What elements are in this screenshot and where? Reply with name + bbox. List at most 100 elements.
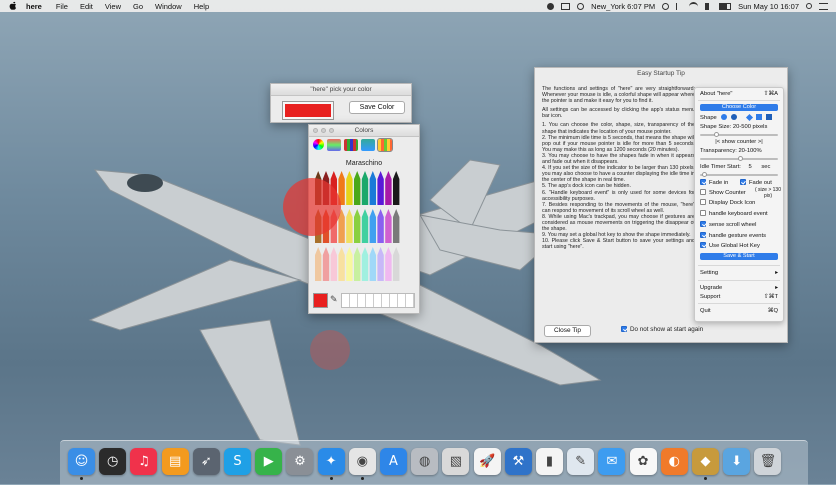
crayon[interactable] bbox=[377, 247, 384, 281]
finder-icon[interactable]: ☺ bbox=[68, 448, 95, 475]
crayon[interactable] bbox=[338, 247, 345, 281]
crayon[interactable] bbox=[354, 209, 361, 243]
shape-cube-option[interactable] bbox=[765, 114, 772, 121]
world-clock[interactable]: New_York 6:07 PM bbox=[591, 2, 655, 11]
save-start-button[interactable]: Save & Start bbox=[700, 253, 778, 260]
ibooks-icon[interactable]: ▤ bbox=[161, 448, 189, 475]
downloads-folder-icon[interactable]: ⬇ bbox=[723, 448, 751, 475]
color-sliders-tab[interactable] bbox=[327, 139, 341, 151]
menu-view[interactable]: View bbox=[105, 2, 121, 11]
dashboard-icon[interactable]: ◷ bbox=[99, 448, 127, 475]
menu-window[interactable]: Window bbox=[155, 2, 182, 11]
crayons-tab[interactable] bbox=[377, 138, 393, 152]
shape-circle-option[interactable] bbox=[721, 114, 728, 121]
crayon[interactable] bbox=[354, 171, 361, 205]
status-icon[interactable] bbox=[561, 2, 571, 10]
crayon[interactable] bbox=[354, 247, 361, 281]
messages-icon[interactable]: ✉ bbox=[598, 448, 626, 475]
handle-keyboard-checkbox[interactable] bbox=[700, 210, 706, 217]
crayon[interactable] bbox=[346, 247, 353, 281]
crayon[interactable] bbox=[315, 247, 322, 281]
crayon[interactable] bbox=[369, 247, 376, 281]
save-color-button[interactable]: Save Color bbox=[349, 101, 405, 114]
crayon[interactable] bbox=[377, 209, 384, 243]
shape-size-slider[interactable] bbox=[700, 132, 778, 137]
menu-item-quit[interactable]: Quit ⌘Q bbox=[700, 307, 778, 315]
trash-icon[interactable]: 🗑 bbox=[754, 448, 782, 475]
crayon[interactable] bbox=[346, 171, 353, 205]
search-icon[interactable] bbox=[806, 3, 812, 9]
crayon[interactable] bbox=[361, 209, 369, 243]
menu-item-about[interactable]: About "here" ⇧⌘A bbox=[700, 90, 778, 98]
crayon[interactable] bbox=[361, 171, 369, 205]
bluetooth-icon[interactable] bbox=[676, 2, 682, 10]
chrome-icon[interactable]: ◉ bbox=[348, 448, 376, 475]
zoom-button[interactable] bbox=[329, 128, 334, 133]
idle-timer-slider[interactable] bbox=[700, 172, 778, 177]
launchpad-icon[interactable]: ➶ bbox=[192, 448, 220, 475]
selected-color-swatch[interactable] bbox=[282, 101, 334, 120]
crayon[interactable] bbox=[330, 247, 337, 281]
crayon[interactable] bbox=[346, 209, 353, 243]
menu-edit[interactable]: Edit bbox=[80, 2, 93, 11]
crayon[interactable] bbox=[385, 171, 392, 205]
eyedropper-icon[interactable]: ✎ bbox=[330, 294, 338, 305]
crayon[interactable] bbox=[385, 247, 392, 281]
sketch-app-icon[interactable]: ✎ bbox=[567, 448, 595, 475]
safari-icon[interactable]: ✦ bbox=[317, 448, 345, 475]
fade-out-checkbox[interactable] bbox=[739, 179, 746, 186]
crayon[interactable] bbox=[385, 209, 392, 243]
here-app-icon[interactable]: ◆ bbox=[692, 448, 719, 475]
crayon[interactable] bbox=[393, 247, 400, 281]
preview-icon[interactable]: ▧ bbox=[442, 448, 470, 475]
fade-in-checkbox[interactable] bbox=[700, 179, 706, 186]
crayon[interactable] bbox=[322, 247, 330, 281]
crayon[interactable] bbox=[369, 209, 376, 243]
shape-sphere-option[interactable] bbox=[731, 114, 738, 121]
menu-help[interactable]: Help bbox=[194, 2, 209, 11]
here-status-icon[interactable] bbox=[547, 2, 555, 10]
crayon[interactable] bbox=[393, 209, 400, 243]
time-machine-icon[interactable] bbox=[662, 2, 670, 10]
menu-item-setting[interactable]: Setting ▸ bbox=[700, 269, 778, 277]
custom-color-swatches[interactable] bbox=[341, 293, 415, 308]
wifi-icon[interactable] bbox=[689, 1, 699, 11]
minimize-button[interactable] bbox=[321, 128, 326, 133]
volume-icon[interactable] bbox=[705, 2, 712, 10]
use-hotkey-checkbox[interactable] bbox=[700, 242, 706, 249]
color-app-icon[interactable]: ◐ bbox=[660, 448, 688, 475]
menubar-clock[interactable]: Sun May 10 16:07 bbox=[738, 2, 799, 11]
choose-color-button[interactable]: Choose Color bbox=[700, 104, 778, 111]
color-wheel-tab[interactable] bbox=[313, 139, 324, 150]
facetime-icon[interactable]: ▶ bbox=[255, 448, 283, 475]
display-dock-icon-checkbox[interactable] bbox=[700, 199, 706, 206]
app-store-icon[interactable]: A bbox=[380, 448, 407, 475]
notification-center-icon[interactable] bbox=[819, 2, 828, 10]
handle-gesture-checkbox[interactable] bbox=[700, 232, 706, 239]
shape-square-option[interactable] bbox=[756, 114, 763, 121]
dont-show-checkbox[interactable] bbox=[621, 326, 627, 333]
music-icon[interactable]: ♫ bbox=[130, 448, 158, 475]
numbers-icon[interactable]: ▮ bbox=[536, 448, 563, 475]
battery-icon[interactable] bbox=[719, 2, 732, 10]
disk-utility-icon[interactable]: ◍ bbox=[411, 448, 439, 475]
crayon[interactable] bbox=[369, 171, 376, 205]
menu-item-upgrade[interactable]: Upgrade ▸ bbox=[700, 284, 778, 292]
apple-menu-icon[interactable] bbox=[8, 1, 18, 11]
rocket-icon[interactable]: 🚀 bbox=[473, 448, 501, 475]
menu-file[interactable]: File bbox=[56, 2, 68, 11]
menu-go[interactable]: Go bbox=[133, 2, 143, 11]
skype-icon[interactable]: S bbox=[224, 448, 251, 475]
menu-item-support[interactable]: Support ⇧⌘T bbox=[700, 293, 778, 301]
idle-timer-value[interactable]: 5 bbox=[749, 164, 752, 170]
image-palettes-tab[interactable] bbox=[361, 139, 375, 151]
color-palettes-tab[interactable] bbox=[344, 139, 358, 151]
crayon[interactable] bbox=[361, 247, 369, 281]
sense-scroll-checkbox[interactable] bbox=[700, 221, 706, 228]
photos-icon[interactable]: ✿ bbox=[629, 448, 657, 475]
transparency-slider[interactable] bbox=[700, 156, 778, 161]
shape-diamond-option[interactable] bbox=[745, 113, 753, 122]
app-menu[interactable]: here bbox=[26, 2, 42, 11]
close-tip-button[interactable]: Close Tip bbox=[544, 325, 591, 337]
globe-icon[interactable] bbox=[577, 2, 585, 10]
